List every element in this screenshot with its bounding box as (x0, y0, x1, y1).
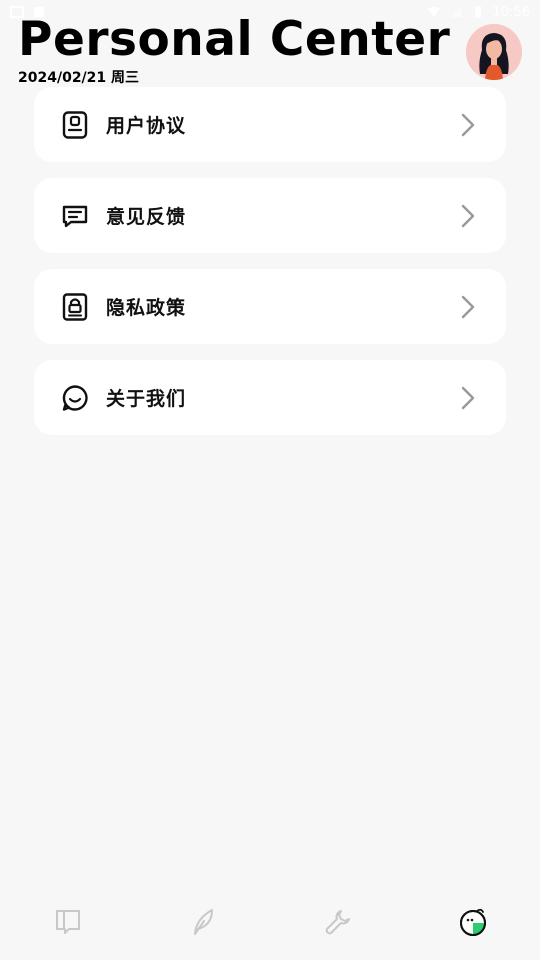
feedback-icon (60, 201, 90, 231)
menu-item-feedback[interactable]: 意见反馈 (34, 178, 506, 253)
user-agreement-icon (60, 110, 90, 140)
privacy-policy-icon (60, 292, 90, 322)
signal-icon (450, 7, 461, 17)
profile-face-icon (459, 908, 486, 936)
menu-item-label: 意见反馈 (106, 206, 187, 228)
menu-item-label: 隐私政策 (106, 297, 187, 319)
chevron-right-icon (461, 113, 475, 136)
chevron-right-icon (461, 386, 475, 409)
nav-tab-profile[interactable] (443, 892, 503, 952)
nav-tab-feather[interactable] (173, 892, 233, 952)
menu-item-user-agreement[interactable]: 用户协议 (34, 87, 506, 162)
feather-icon (193, 909, 213, 935)
avatar[interactable] (466, 24, 522, 80)
menu-item-label: 关于我们 (106, 388, 187, 410)
battery-icon (474, 6, 481, 18)
notebook-icon (55, 910, 80, 934)
page-title: Personal Center (18, 12, 451, 67)
avatar-illustration-icon (466, 24, 522, 80)
current-date: 2024/02/21 周三 (18, 70, 140, 86)
menu-item-label: 用户协议 (106, 115, 187, 137)
status-time: 10:56 (492, 4, 530, 20)
about-us-icon (60, 383, 90, 413)
wrench-icon (325, 910, 350, 935)
nav-tab-tools[interactable] (308, 892, 368, 952)
nav-tab-notebook[interactable] (38, 892, 98, 952)
settings-menu: 用户协议 意见反馈 隐私政策 关于我们 (34, 87, 506, 451)
chevron-right-icon (461, 295, 475, 318)
chevron-right-icon (461, 204, 475, 227)
bottom-nav (0, 890, 540, 954)
menu-item-about-us[interactable]: 关于我们 (34, 360, 506, 435)
menu-item-privacy-policy[interactable]: 隐私政策 (34, 269, 506, 344)
